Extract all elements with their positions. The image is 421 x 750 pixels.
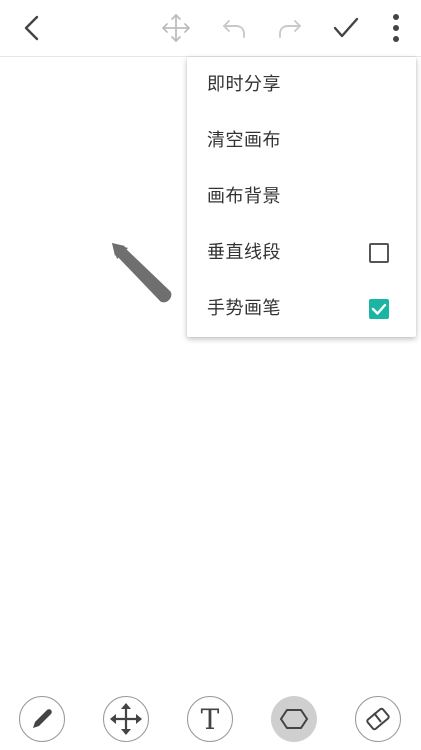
menu-item-instant-share[interactable]: 即时分享: [187, 57, 416, 113]
redo-button[interactable]: [272, 10, 308, 46]
checkmark-icon: [333, 17, 359, 38]
pen-icon: [33, 709, 52, 728]
move-button[interactable]: [158, 10, 194, 46]
move-arrows-icon: [162, 14, 190, 42]
redo-icon: [279, 20, 301, 38]
top-action-bar: [0, 0, 421, 57]
pen-tool-button[interactable]: [19, 696, 65, 742]
confirm-button[interactable]: [328, 10, 364, 46]
menu-item-canvas-background[interactable]: 画布背景: [187, 169, 416, 225]
bottom-toolbar: T: [0, 687, 421, 750]
text-tool-button[interactable]: T: [187, 696, 233, 742]
vertical-segment-checkbox[interactable]: [369, 243, 389, 263]
shape-tool-button[interactable]: [271, 696, 317, 742]
check-icon: [371, 303, 387, 315]
move-arrows-icon: [110, 703, 142, 735]
menu-item-clear-canvas[interactable]: 清空画布: [187, 113, 416, 169]
menu-item-label: 手势画笔: [207, 298, 281, 319]
move-tool-button[interactable]: [103, 696, 149, 742]
eraser-tool-button[interactable]: [355, 696, 401, 742]
menu-item-vertical-segment[interactable]: 垂直线段: [187, 225, 416, 281]
menu-item-gesture-brush[interactable]: 手势画笔: [187, 281, 416, 337]
more-vertical-icon: [393, 14, 399, 42]
gesture-brush-checkbox[interactable]: [369, 299, 389, 319]
menu-item-label: 垂直线段: [207, 242, 281, 263]
undo-button[interactable]: [216, 10, 252, 46]
text-t-icon: T: [200, 703, 220, 736]
overflow-menu: 即时分享 清空画布 画布背景 垂直线段 手势画笔: [187, 57, 416, 337]
menu-item-label: 清空画布: [207, 130, 281, 151]
menu-item-label: 即时分享: [207, 74, 281, 95]
more-options-button[interactable]: [383, 10, 409, 46]
back-arrow-icon: [24, 15, 39, 41]
menu-item-label: 画布背景: [207, 186, 281, 207]
pen-cursor-icon: [112, 243, 172, 303]
back-button[interactable]: [14, 10, 50, 46]
hexagon-icon: [279, 709, 309, 729]
undo-icon: [223, 20, 245, 38]
eraser-icon: [366, 707, 390, 731]
